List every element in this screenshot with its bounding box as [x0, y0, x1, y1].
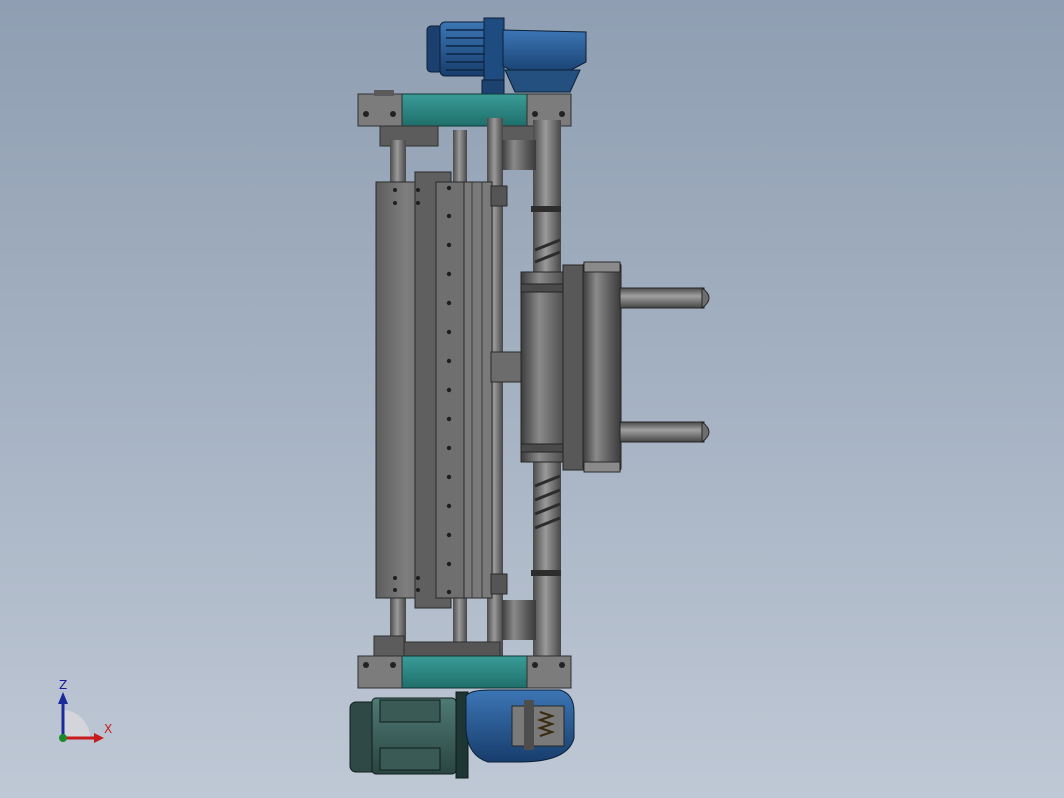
support-arm-upper[interactable] — [619, 287, 710, 309]
x-axis-label: X — [104, 722, 113, 736]
support-arm-lower[interactable] — [619, 421, 710, 443]
carriage[interactable] — [520, 261, 622, 473]
cad-viewport[interactable] — [0, 0, 1064, 798]
bottom-drive-motor[interactable] — [349, 689, 575, 779]
axis-labels: Z X — [50, 676, 120, 746]
z-axis-label: Z — [59, 678, 68, 692]
top-drive-motor[interactable] — [426, 17, 587, 95]
main-plate[interactable] — [375, 171, 538, 609]
